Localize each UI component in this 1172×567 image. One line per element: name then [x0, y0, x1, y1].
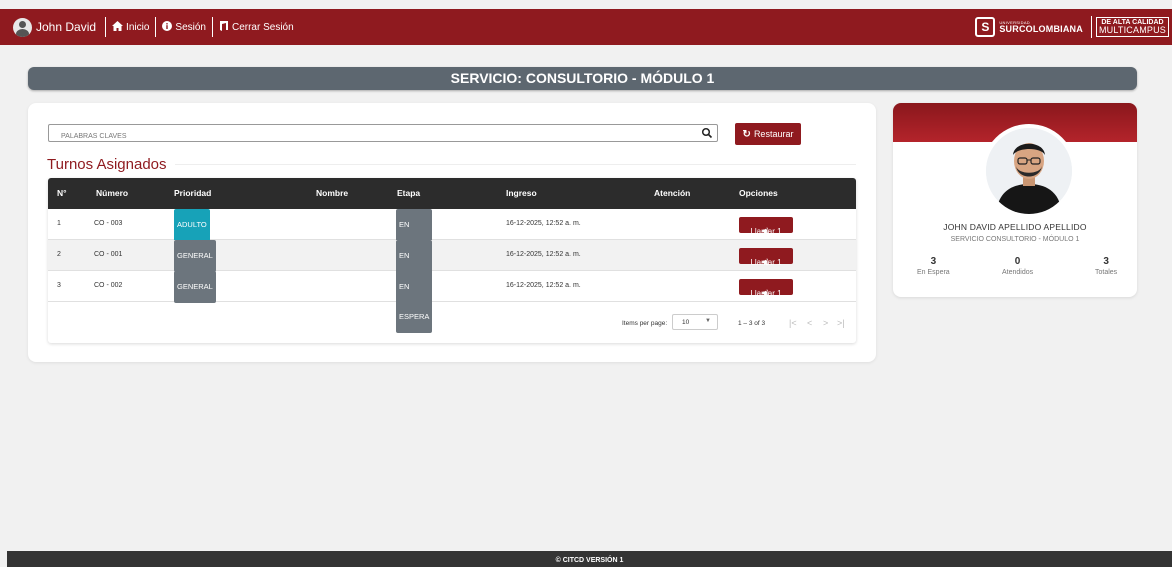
dropdown-arrow-icon: ▼ [705, 318, 711, 324]
stat-label: En Espera [917, 269, 950, 276]
university-logo: S UNIVERSIDAD SURCOLOMBIANA DE ALTA CALI… [975, 13, 1169, 41]
nav-item-label: Cerrar Sesión [231, 21, 294, 33]
stat-value: 3 [930, 256, 937, 267]
column-header-n: N° [57, 188, 67, 198]
exit-door-icon [219, 20, 229, 34]
turnos-card: ↻ Restaurar Turnos Asignados N° Número P… [28, 103, 876, 362]
column-header-opciones: Opciones [739, 188, 778, 198]
profile-card: JOHN DAVID APELLIDO APELLIDO SERVICIO CO… [893, 103, 1137, 297]
priority-badge: GENERAL [174, 271, 216, 303]
column-header-numero: Número [96, 188, 129, 198]
next-page-icon[interactable]: > [823, 318, 828, 328]
cell-ingreso: 16-12-2025, 12:52 a. m. [506, 251, 581, 258]
previous-page-icon[interactable]: < [807, 318, 812, 328]
turnos-table: N° Número Prioridad Nombre Etapa Ingreso… [48, 178, 856, 343]
search-input[interactable] [49, 128, 689, 145]
logo-divider [1090, 16, 1092, 38]
stat-en-espera: 3 En Espera [917, 256, 950, 276]
table-row: 2 CO - 001 GENERAL EN ESPERA 16-12-2025,… [48, 240, 856, 302]
profile-avatar [982, 124, 1076, 218]
stat-label: Atendidos [1002, 269, 1034, 276]
surcolombiana-logo: S UNIVERSIDAD SURCOLOMBIANA [975, 17, 1083, 37]
nav-divider [105, 17, 107, 37]
search-field[interactable] [48, 124, 718, 145]
cell-ingreso: 16-12-2025, 12:52 a. m. [506, 220, 581, 227]
nav-divider [211, 17, 213, 37]
restaurar-button[interactable]: ↻ Restaurar [735, 123, 801, 145]
table-row: 1 CO - 003 ADULTO MAYOR EN ESPERA 16-12-… [48, 209, 856, 271]
nav-divider [155, 17, 157, 37]
nav-user-name[interactable]: John David [36, 20, 96, 34]
top-navbar: John David Inicio Sesión Cerrar Sesión S… [0, 9, 1172, 45]
cell-ingreso: 16-12-2025, 12:52 a. m. [506, 282, 581, 289]
cell-numero: CO - 001 [94, 251, 123, 258]
llamar-button[interactable]: ◀) Llamar 1 [739, 217, 793, 236]
cell-numero: CO - 002 [94, 282, 123, 289]
home-icon [112, 20, 124, 34]
section-title: Turnos Asignados [47, 156, 175, 173]
last-page-icon[interactable]: >| [837, 318, 845, 328]
priority-badge: GENERAL [174, 240, 216, 272]
cell-n: 1 [57, 220, 61, 227]
page-size-value: 10 [682, 319, 690, 326]
llamar-button[interactable]: ◀) Llamar 1 [739, 279, 793, 298]
service-title: SERVICIO: CONSULTORIO - MÓDULO 1 [28, 67, 1137, 90]
stat-value: 3 [1103, 256, 1109, 267]
llamar-button[interactable]: ◀) Llamar 1 [739, 248, 793, 267]
cell-n: 2 [57, 251, 61, 258]
column-header-atencion: Atención [654, 188, 691, 198]
accreditation-logo: DE ALTA CALIDAD MULTICAMPUS [1095, 17, 1169, 37]
stat-value: 0 [1014, 256, 1021, 267]
column-header-nombre: Nombre [316, 188, 349, 198]
logo-university-text: SURCOLOMBIANA [999, 23, 1083, 34]
nav-item-label: Inicio [126, 21, 150, 33]
column-header-etapa: Etapa [397, 188, 421, 198]
cell-numero: CO - 003 [94, 220, 123, 227]
column-header-prioridad: Prioridad [174, 188, 212, 198]
nav-item-inicio[interactable]: Inicio [112, 20, 150, 34]
refresh-icon: ↻ [742, 128, 751, 140]
items-per-page-label: Items per page: [622, 320, 668, 327]
stat-atendidos: 0 Atendidos [1002, 256, 1033, 276]
restaurar-label: Restaurar [753, 129, 794, 139]
page-range-label: 1 – 3 of 3 [738, 320, 766, 327]
shield-icon: S [975, 17, 996, 37]
table-row: 3 CO - 002 GENERAL EN ESPERA 16-12-2025,… [48, 271, 856, 333]
nav-item-sesion[interactable]: Sesión [162, 20, 206, 34]
profile-name: JOHN DAVID APELLIDO APELLIDO [943, 222, 1087, 232]
cell-n: 3 [57, 282, 61, 289]
nav-item-label: Sesión [175, 21, 206, 33]
user-avatar-icon[interactable] [13, 17, 32, 37]
page-size-select[interactable]: 10 ▼ [672, 314, 718, 330]
info-circle-icon [162, 20, 173, 34]
first-page-icon[interactable]: |< [789, 318, 797, 328]
paginator: Items per page: 10 ▼ 1 – 3 of 3 |< < > >… [48, 302, 856, 343]
footer-version: © CITCD VERSIÓN 1 [7, 551, 1172, 567]
column-header-ingreso: Ingreso [506, 188, 537, 198]
nav-item-cerrar-sesion[interactable]: Cerrar Sesión [219, 20, 294, 34]
table-header: N° Número Prioridad Nombre Etapa Ingreso… [48, 178, 856, 209]
stat-totales: 3 Totales [1095, 256, 1117, 276]
profile-service: SERVICIO CONSULTORIO - MÓDULO 1 [950, 236, 1080, 243]
stat-label: Totales [1095, 269, 1118, 276]
search-icon[interactable] [701, 126, 713, 139]
accreditation-bottom-text: MULTICAMPUS [1098, 25, 1166, 35]
